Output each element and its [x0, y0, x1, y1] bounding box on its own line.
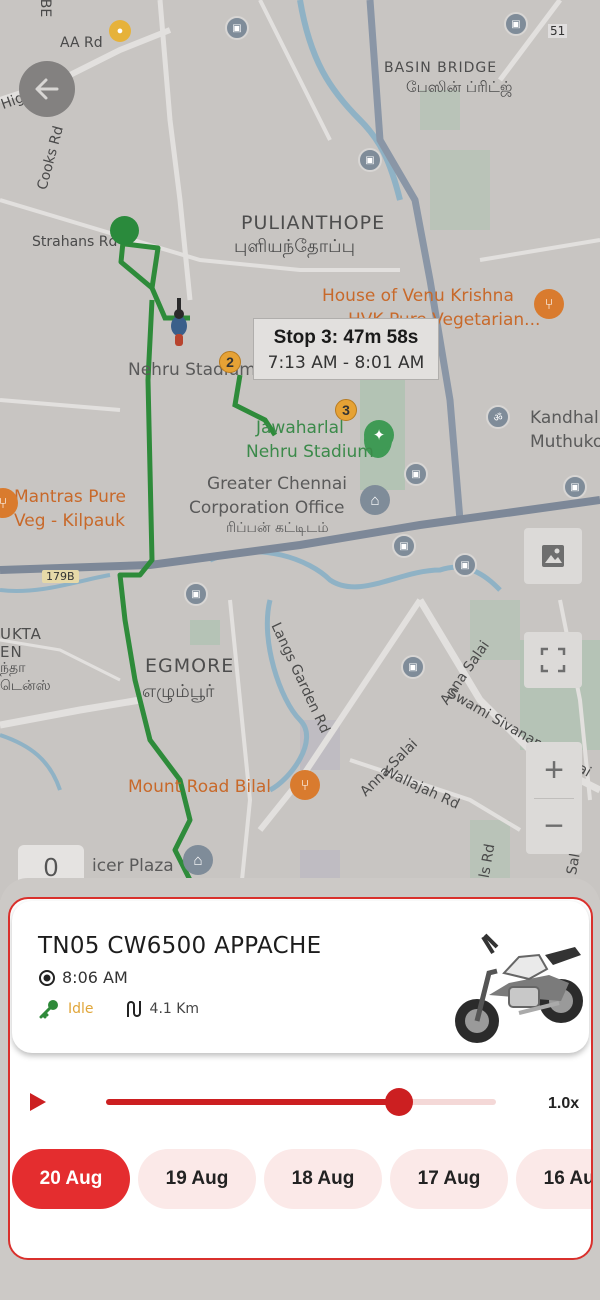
road-label-aa-rd: AA Rd: [60, 35, 103, 51]
zoom-out-button[interactable]: −: [526, 798, 582, 854]
date-chip-20-aug[interactable]: 20 Aug: [12, 1149, 130, 1209]
metro-station-icon: ▣: [225, 16, 249, 40]
date-chip-16-aug[interactable]: 16 Aug: [516, 1149, 591, 1209]
poi-mantras: Mantras Pure: [14, 487, 126, 507]
metro-station-icon: ▣: [392, 534, 416, 558]
map-view[interactable]: AA Rd High Rd Cooks Rd Strahans Rd Langs…: [0, 0, 600, 900]
area-kukta: UKTA: [0, 625, 42, 643]
playback-panel: TN05 CW6500 APPACHE 8:06 AM Idle 4.1 Km: [8, 897, 593, 1260]
image-icon: [542, 545, 564, 567]
route-start-marker[interactable]: [110, 216, 139, 245]
restaurant-pin-icon: ⑂: [290, 770, 320, 800]
vehicle-status: Idle: [68, 1001, 94, 1017]
vehicle-name: TN05 CW6500 APPACHE: [38, 933, 322, 959]
date-chip-19-aug[interactable]: 19 Aug: [138, 1149, 256, 1209]
playback-slider[interactable]: [106, 1088, 496, 1116]
stop-tooltip-time: 7:13 AM - 8:01 AM: [267, 353, 425, 373]
road-shield-179b: 179B: [42, 570, 79, 583]
date-chip-17-aug[interactable]: 17 Aug: [390, 1149, 508, 1209]
road-label-strahans-rd: Strahans Rd: [32, 234, 118, 250]
poi-gcc-ta: ரிப்பன் கட்டிடம்: [226, 520, 329, 536]
area-kukta-2: EN: [0, 643, 23, 661]
slider-handle[interactable]: [384, 1088, 413, 1116]
stop-tooltip-title: Stop 3: 47m 58s: [273, 327, 419, 348]
area-basin-bridge: BASIN BRIDGE: [384, 60, 498, 76]
metro-station-icon: ▣: [404, 462, 428, 486]
fullscreen-button[interactable]: [524, 632, 582, 688]
metro-station-icon: ▣: [504, 12, 528, 36]
poi-nehru-stadium: Jawaharlal: [256, 418, 344, 438]
play-button[interactable]: [28, 1091, 48, 1113]
poi-plaza: icer Plaza: [92, 856, 174, 876]
landmark-pin-icon: ⌂: [360, 485, 390, 515]
poi-gcc: Greater Chennai: [207, 474, 347, 494]
vehicle-card[interactable]: TN05 CW6500 APPACHE 8:06 AM Idle 4.1 Km: [12, 901, 589, 1053]
vehicle-meta-row: Idle 4.1 Km: [38, 998, 199, 1020]
vehicle-time-row: 8:06 AM: [38, 968, 128, 987]
poi-gcc-2: Corporation Office: [189, 498, 345, 518]
metro-station-icon: ▣: [453, 553, 477, 577]
area-pulianthope: PULIANTHOPE: [241, 212, 386, 234]
metro-station-icon: ▣: [401, 655, 425, 679]
vehicle-distance: 4.1 Km: [149, 1001, 200, 1017]
zoom-controls: + −: [526, 742, 582, 854]
key-icon: [39, 1000, 58, 1019]
temple-icon: ॐ: [486, 405, 510, 429]
back-button[interactable]: [19, 61, 75, 117]
arrow-left-icon: [35, 78, 59, 100]
motorcycle-icon: [455, 933, 583, 1043]
slider-fill: [106, 1099, 399, 1105]
road-label-be: BE: [37, 0, 54, 18]
vehicle-time: 8:06 AM: [62, 968, 128, 987]
area-basin-bridge-ta: பேஸின் ப்ரிட்ஜ்: [406, 78, 513, 96]
playback-speed-button[interactable]: 1.0x: [548, 1095, 579, 1113]
rider-icon: [171, 298, 187, 346]
poi-mantras-2: Veg - Kilpauk: [14, 511, 125, 531]
stop-tooltip: Stop 3: 47m 58s 7:13 AM - 8:01 AM: [253, 318, 439, 380]
stadium-pin-icon: ✦: [364, 420, 394, 450]
area-muthuko: Muthuko: [530, 432, 600, 452]
area-kukta-4: டென்ஸ்: [0, 678, 51, 694]
bus-route-51: 51: [548, 24, 568, 38]
area-kandhal: Kandhal: [530, 408, 599, 428]
area-egmore: EGMORE: [145, 655, 235, 677]
date-selector: 20 Aug 19 Aug 18 Aug 17 Aug 16 Aug: [12, 1149, 591, 1211]
landmark-pin-icon: ●: [109, 20, 131, 42]
poi-mount-road-bilal: Mount Road Bilal: [128, 777, 271, 797]
poi-nehru-stadium-2: Nehru Stadium: [246, 442, 374, 462]
target-icon: [39, 969, 55, 986]
area-egmore-ta: எழும்பூர்: [142, 681, 215, 702]
stop-marker-2[interactable]: 2: [219, 351, 241, 373]
metro-station-icon: ▣: [358, 148, 382, 172]
zoom-in-button[interactable]: +: [526, 742, 582, 798]
area-pulianthope-ta: புளியந்தோப்பு: [234, 236, 355, 257]
fullscreen-icon: [540, 647, 566, 673]
shopping-pin-icon: ⌂: [183, 845, 213, 875]
route-icon: [126, 1001, 141, 1017]
stop-marker-3[interactable]: 3: [335, 399, 357, 421]
area-kukta-3: ந்தா: [0, 660, 26, 676]
metro-station-icon: ▣: [563, 475, 587, 499]
poi-venu-krishna: House of Venu Krishna: [322, 286, 514, 306]
map-layers-button[interactable]: [524, 528, 582, 584]
date-chip-18-aug[interactable]: 18 Aug: [264, 1149, 382, 1209]
metro-station-icon: ▣: [184, 582, 208, 606]
restaurant-pin-icon: ⑂: [534, 289, 564, 319]
